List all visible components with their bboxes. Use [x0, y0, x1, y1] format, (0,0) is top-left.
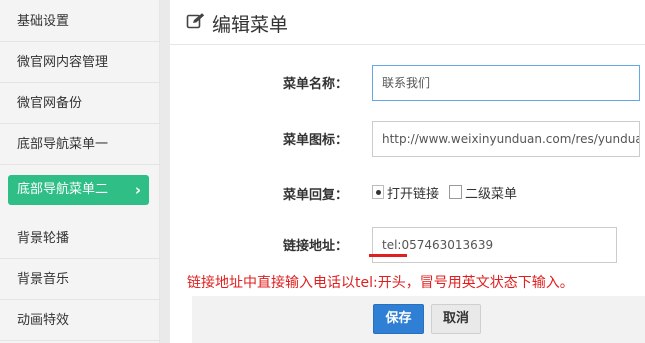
hint-text: 链接地址中直接输入电话以tel:开头，冒号用英文状态下输入。	[187, 275, 574, 291]
save-button[interactable]: 保存	[373, 304, 424, 334]
link-address-input[interactable]: tel:057463013639	[372, 227, 617, 263]
sidebar-item-label: 底部导航菜单一	[17, 137, 109, 152]
sidebar-item-background-music[interactable]: 背景音乐	[0, 259, 160, 300]
sidebar-item-label: 动画特效	[17, 313, 70, 328]
link-address-label: 链接地址：	[283, 239, 349, 254]
sidebar-item-animation-effects[interactable]: 动画特效	[0, 300, 160, 341]
sidebar-item-label: 底部导航菜单二	[17, 182, 109, 197]
sidebar-item-site-backup[interactable]: 微官网备份	[0, 83, 160, 124]
menu-reply-label: 菜单回复：	[283, 188, 349, 203]
open-link-option-label: 打开链接	[387, 186, 440, 202]
sidebar-item-label: 背景轮播	[17, 231, 70, 246]
divider	[170, 44, 645, 45]
menu-name-label: 菜单名称：	[283, 77, 349, 92]
sidebar: 基础设置 微官网内容管理 微官网备份 底部导航菜单一 底部导航菜单二 › 背景轮…	[0, 0, 160, 343]
submenu-option-label: 二级菜单	[465, 186, 518, 202]
menu-name-input[interactable]: 联系我们	[372, 65, 640, 101]
edit-icon	[186, 12, 206, 35]
menu-reply-options: 打开链接 二级菜单	[372, 183, 518, 202]
sidebar-item-content-management[interactable]: 微官网内容管理	[0, 42, 160, 83]
annotation-underline	[369, 254, 407, 257]
chevron-right-icon: ›	[134, 181, 141, 199]
sidebar-item-label: 背景音乐	[17, 272, 70, 287]
submenu-checkbox[interactable]	[449, 185, 463, 199]
menu-icon-label: 菜单图标：	[283, 133, 349, 148]
menu-icon-input[interactable]: http://www.weixinyunduan.com/res/yunduan	[372, 121, 640, 157]
sidebar-item-label: 微官网内容管理	[17, 55, 109, 70]
cancel-button[interactable]: 取消	[431, 304, 481, 334]
page-title: 编辑菜单	[212, 13, 289, 36]
open-link-radio[interactable]	[372, 185, 384, 199]
sidebar-item-basic-settings[interactable]: 基础设置	[0, 1, 160, 42]
sidebar-divider	[160, 0, 170, 343]
sidebar-item-background-carousel[interactable]: 背景轮播	[0, 218, 160, 259]
sidebar-item-label: 基础设置	[17, 14, 70, 29]
sidebar-item-label: 微官网备份	[17, 96, 83, 111]
sidebar-item-bottom-nav-menu-1[interactable]: 底部导航菜单一	[0, 124, 160, 165]
panel-header: 编辑菜单	[186, 9, 288, 37]
sidebar-item-bottom-nav-menu-2[interactable]: 底部导航菜单二 ›	[8, 175, 149, 205]
